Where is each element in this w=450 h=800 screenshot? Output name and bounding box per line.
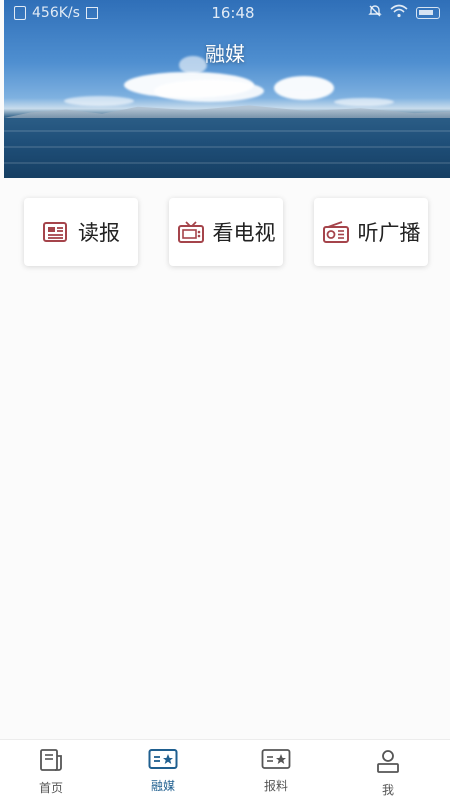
image-notification-icon [85,7,98,19]
status-bar: 456K/s 16:48 76 [4,0,450,26]
battery-icon [416,7,440,19]
tab-home-label: 首页 [38,781,63,795]
watch-tv-button[interactable]: 看电视 [169,198,283,266]
sim-icon [14,6,26,20]
report-card-icon [261,748,291,773]
tv-icon [177,220,205,244]
hero-banner [4,0,450,178]
tab-home[interactable]: 首页 [21,748,81,796]
watch-tv-label: 看电视 [212,221,276,245]
tab-me[interactable]: 我 [358,748,418,798]
tab-report[interactable]: 报料 [246,748,306,794]
read-newspaper-label: 读报 [78,221,120,245]
media-card-icon [148,748,178,773]
mute-icon [368,4,382,22]
wifi-icon [390,4,408,22]
network-speed: 456K/s [32,5,80,21]
radio-icon [322,220,350,244]
media-entry-cards: 读报 看电视 听广播 [0,198,450,268]
read-newspaper-button[interactable]: 读报 [24,198,138,266]
bottom-tab-bar: 首页 融媒 报料 我 [0,739,450,800]
tab-report-label: 报料 [263,779,288,793]
newspaper-icon [42,220,70,244]
status-time: 16:48 [211,4,255,22]
person-icon [375,748,401,777]
page-title: 融媒 [205,42,245,66]
listen-radio-button[interactable]: 听广播 [314,198,428,266]
listen-radio-label: 听广播 [357,221,421,245]
tab-me-label: 我 [381,783,394,797]
home-icon [38,748,64,775]
tab-media-label: 融媒 [150,779,175,793]
tab-media[interactable]: 融媒 [133,748,193,794]
